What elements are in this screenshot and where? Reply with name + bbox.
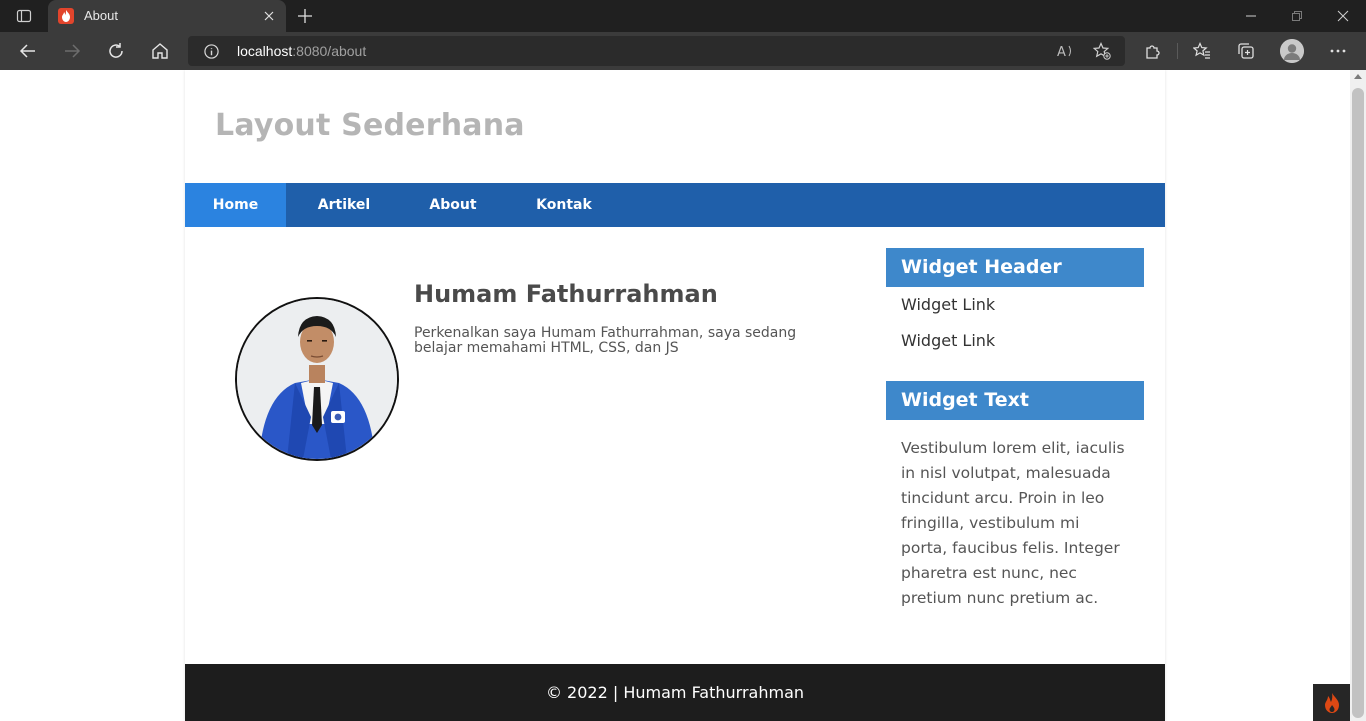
read-aloud-icon[interactable]: A — [1056, 41, 1076, 61]
site-header: Layout Sederhana — [185, 70, 1165, 183]
widget-text-body: Vestibulum lorem elit, iaculis in nisl v… — [901, 439, 1125, 607]
nav-home[interactable]: Home — [185, 183, 286, 227]
minimize-icon[interactable] — [1228, 0, 1274, 32]
tab-actions-icon[interactable] — [10, 6, 38, 26]
widget-text-header: Widget Text — [886, 381, 1144, 420]
site-title: Layout Sederhana — [215, 108, 525, 143]
add-favorite-icon[interactable] — [1092, 41, 1112, 61]
browser-tab[interactable]: About — [48, 0, 286, 32]
forward-icon[interactable] — [59, 38, 85, 64]
refresh-icon[interactable] — [103, 38, 129, 64]
info-icon[interactable] — [204, 44, 219, 59]
restore-icon[interactable] — [1274, 0, 1320, 32]
scroll-up-arrow[interactable] — [1354, 74, 1362, 79]
widget-link[interactable]: Widget Link — [886, 323, 1144, 359]
nav-kontak[interactable]: Kontak — [504, 183, 624, 227]
back-icon[interactable] — [15, 38, 41, 64]
plus-icon[interactable] — [294, 5, 316, 27]
home-icon[interactable] — [147, 38, 173, 64]
svg-text:A: A — [1057, 45, 1066, 59]
page-viewport: Layout Sederhana Home Artikel About Kont… — [0, 70, 1350, 721]
codeigniter-favicon-icon — [58, 8, 74, 24]
toolbar-separator — [1177, 43, 1178, 59]
browser-tab-bar: About — [0, 0, 1366, 32]
sidebar: Widget Header Widget Link Widget Link Wi… — [886, 248, 1144, 611]
person-name: Humam Fathurrahman — [414, 280, 718, 308]
tab-title: About — [84, 8, 118, 23]
page-scrollbar[interactable] — [1350, 70, 1366, 721]
close-icon[interactable] — [260, 7, 278, 25]
main-nav: Home Artikel About Kontak — [185, 183, 1165, 227]
url-path: :8080/about — [292, 43, 367, 59]
url-host: localhost — [237, 43, 293, 59]
url-text[interactable]: localhost:8080/about — [237, 43, 366, 59]
widget-header: Widget Header — [886, 248, 1144, 287]
widget-links: Widget Header Widget Link Widget Link — [886, 248, 1144, 359]
close-window-icon[interactable] — [1320, 0, 1366, 32]
collections-icon[interactable] — [1233, 38, 1259, 64]
extensions-icon[interactable] — [1140, 38, 1166, 64]
page-container: Layout Sederhana Home Artikel About Kont… — [185, 70, 1165, 721]
nav-artikel[interactable]: Artikel — [286, 183, 402, 227]
codeigniter-toolbar-icon[interactable] — [1313, 684, 1350, 721]
profile-icon[interactable] — [1280, 39, 1304, 63]
widget-text-box: Widget Text Vestibulum lorem elit, iacul… — [886, 381, 1144, 611]
person-bio: Perkenalkan saya Humam Fathurrahman, say… — [414, 325, 797, 356]
main-content: Humam Fathurrahman Perkenalkan saya Huma… — [185, 227, 1165, 664]
nav-about[interactable]: About — [402, 183, 504, 227]
profile-photo-illustration — [237, 299, 397, 459]
favorites-icon[interactable] — [1189, 38, 1215, 64]
footer-text: © 2022 | Humam Fathurrahman — [545, 683, 805, 702]
more-icon[interactable] — [1325, 38, 1351, 64]
widget-link[interactable]: Widget Link — [886, 287, 1144, 323]
site-footer: © 2022 | Humam Fathurrahman — [185, 664, 1165, 721]
profile-photo — [235, 297, 399, 461]
browser-toolbar: localhost:8080/about A — [0, 32, 1366, 70]
scroll-thumb[interactable] — [1352, 88, 1364, 718]
address-bar[interactable]: localhost:8080/about A — [188, 36, 1125, 66]
